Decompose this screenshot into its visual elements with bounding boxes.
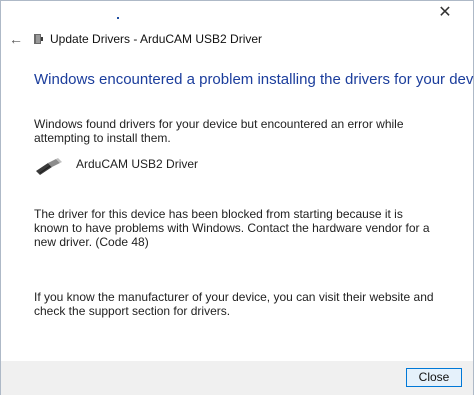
close-button[interactable]: Close (406, 368, 462, 387)
update-drivers-window: ✕ ← Update Drivers - ArduCAM USB2 Driver… (0, 0, 474, 395)
close-icon[interactable]: ✕ (435, 3, 455, 23)
back-arrow-icon[interactable]: ← (7, 30, 25, 48)
title-bar-marker (117, 17, 119, 19)
device-manager-icon (34, 34, 43, 44)
blocked-driver-message: The driver for this device has been bloc… (34, 207, 430, 249)
found-drivers-message: Windows found drivers for your device bu… (34, 117, 404, 145)
dialog-title: Update Drivers - ArduCAM USB2 Driver (50, 32, 263, 46)
title-bar: ✕ (1, 1, 473, 25)
device-name: ArduCAM USB2 Driver (76, 157, 199, 171)
manufacturer-message: If you know the manufacturer of your dev… (34, 290, 434, 318)
dialog-footer: Close (1, 361, 473, 395)
error-heading: Windows encountered a problem installing… (34, 71, 474, 88)
usb-plug-icon (36, 158, 62, 175)
